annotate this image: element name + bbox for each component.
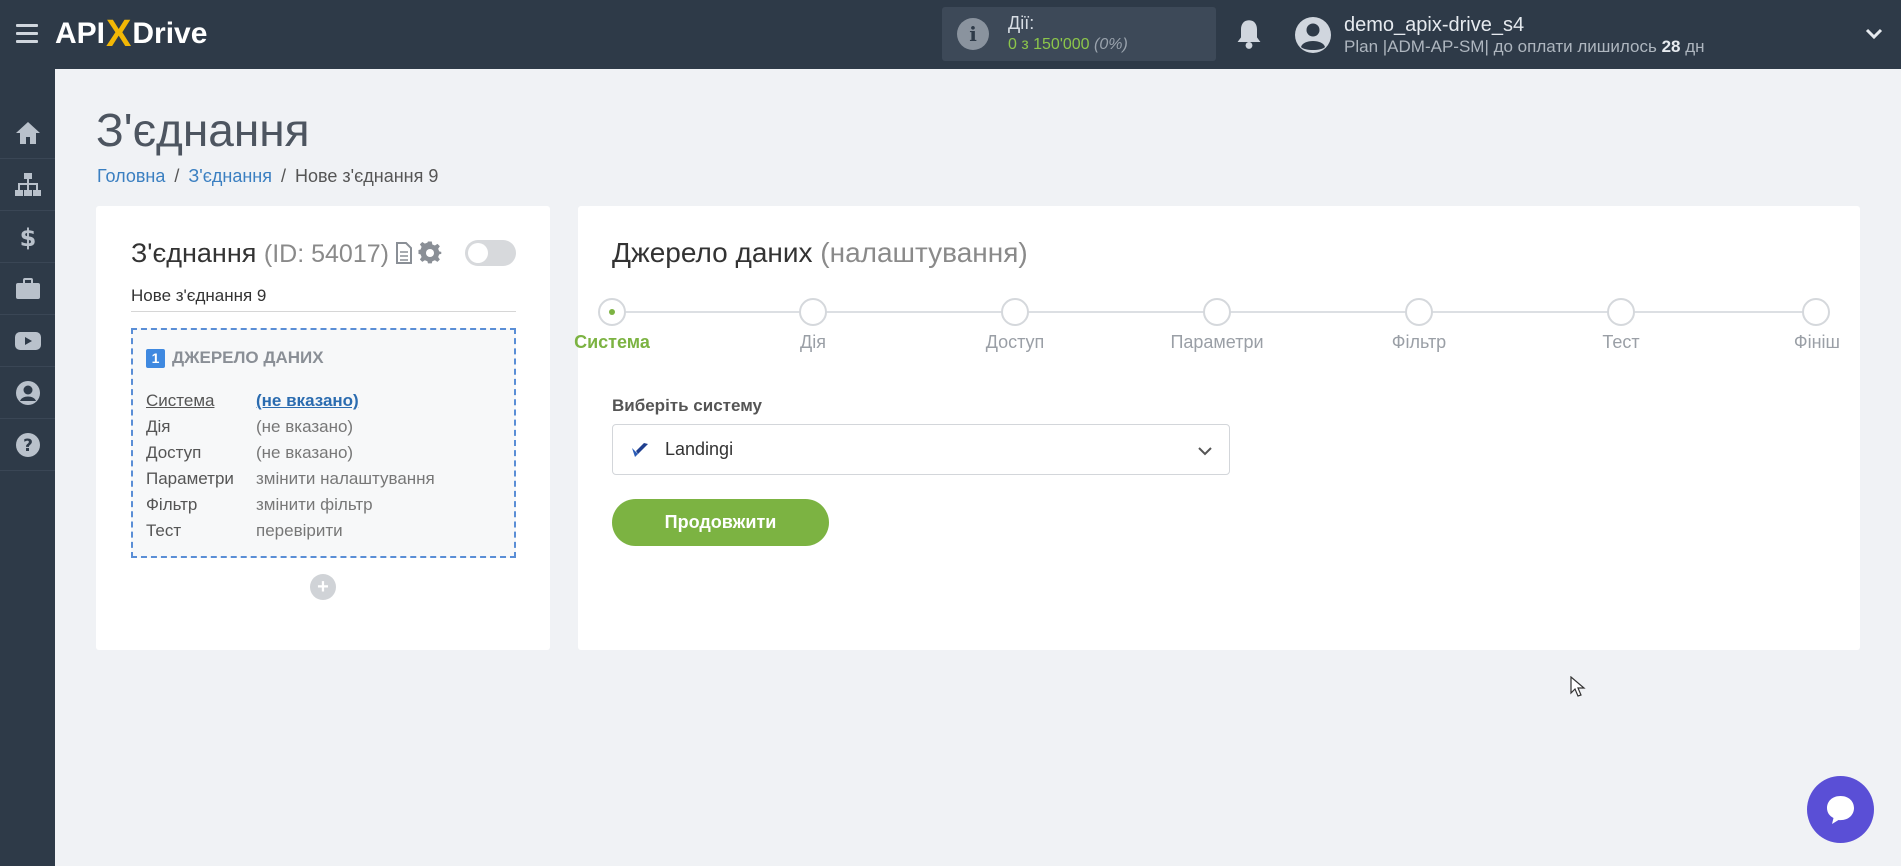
chevron-down-icon[interactable] xyxy=(1864,24,1884,44)
connection-title: З'єднання (ID: 54017) xyxy=(131,238,389,268)
user-icon xyxy=(15,380,40,405)
mouse-cursor-icon xyxy=(1570,676,1586,697)
source-number-badge: 1 xyxy=(146,348,165,368)
page-title: З'єднання xyxy=(96,104,310,156)
settings-title: Джерело даних (налаштування) xyxy=(612,237,1028,268)
source-row-test[interactable]: Тест перевірити xyxy=(146,518,435,544)
breadcrumb: Головна / З'єднання / Нове з'єднання 9 xyxy=(97,166,439,186)
svg-text:$: $ xyxy=(19,224,36,250)
continue-button[interactable]: Продовжити xyxy=(612,499,829,546)
gear-icon[interactable] xyxy=(418,241,442,265)
sitemap-icon xyxy=(14,172,41,196)
source-settings-card: Джерело даних (налаштування) Система Дія… xyxy=(574,206,1860,650)
sidebar-item-home[interactable] xyxy=(0,107,55,159)
data-source-block[interactable]: 1 ДЖЕРЕЛО ДАНИХ Система (не вказано) Дія(… xyxy=(131,328,516,558)
source-row-action[interactable]: Дія (не вказано) xyxy=(146,414,435,440)
sidebar-item-video[interactable] xyxy=(0,315,55,367)
source-row-parameters[interactable]: Параметри змінити налаштування xyxy=(146,466,435,492)
source-row-access[interactable]: Доступ (не вказано) xyxy=(146,440,435,466)
connection-toggle[interactable] xyxy=(465,240,516,266)
sidebar-item-connections[interactable] xyxy=(0,159,55,211)
chevron-down-icon xyxy=(1198,447,1212,456)
select-system-label: Виберіть систему xyxy=(612,396,763,415)
apix-drive-logo[interactable]: API X Drive xyxy=(55,12,207,56)
svg-text:?: ? xyxy=(23,436,33,456)
actions-label: Дії: xyxy=(1008,13,1035,33)
menu-icon[interactable] xyxy=(16,24,38,43)
connection-name-field[interactable]: Нове з'єднання 9 xyxy=(131,286,516,312)
breadcrumb-current: Нове з'єднання 9 xyxy=(295,166,439,186)
sidebar: $ ? xyxy=(0,69,55,866)
landingi-icon xyxy=(632,443,648,457)
breadcrumb-connections[interactable]: З'єднання xyxy=(188,166,272,186)
info-icon: i xyxy=(957,18,989,50)
sidebar-item-help[interactable]: ? xyxy=(0,419,55,471)
help-icon: ? xyxy=(15,432,40,457)
actions-counter: i Дії: 0 з 150'000 (0%) xyxy=(942,7,1216,61)
select-value: Landingi xyxy=(665,439,734,459)
sidebar-item-billing[interactable]: $ xyxy=(0,211,55,263)
chat-icon xyxy=(1827,796,1854,824)
step-parameters[interactable]: Параметри xyxy=(1147,298,1287,353)
add-block-button[interactable]: + xyxy=(310,574,336,600)
youtube-icon xyxy=(14,331,41,350)
actions-value: 0 з 150'000 (0%) xyxy=(1008,36,1128,53)
chat-button[interactable] xyxy=(1807,776,1874,843)
sidebar-item-services[interactable] xyxy=(0,263,55,315)
source-row-system[interactable]: Система (не вказано) xyxy=(146,388,435,414)
source-title: ДЖЕРЕЛО ДАНИХ xyxy=(172,348,324,367)
step-system[interactable]: Система xyxy=(542,298,682,353)
breadcrumb-home[interactable]: Головна xyxy=(97,166,165,186)
avatar[interactable] xyxy=(1294,16,1332,54)
source-row-filter[interactable]: Фільтр змінити фільтр xyxy=(146,492,435,518)
connection-card: З'єднання (ID: 54017) Нове з'єднання 9 1… xyxy=(96,206,550,650)
step-action[interactable]: Дія xyxy=(743,298,883,353)
system-select[interactable]: Landingi xyxy=(612,424,1230,475)
step-finish[interactable]: Фініш xyxy=(1720,298,1840,353)
step-filter[interactable]: Фільтр xyxy=(1349,298,1489,353)
plan-info: Plan |ADM-AP-SM| до оплати лишилось 28 д… xyxy=(1344,37,1705,56)
user-name[interactable]: demo_apix-drive_s4 xyxy=(1344,14,1524,37)
home-icon xyxy=(15,121,40,144)
step-test[interactable]: Тест xyxy=(1551,298,1691,353)
sidebar-item-profile[interactable] xyxy=(0,367,55,419)
bell-icon[interactable] xyxy=(1235,18,1263,50)
step-access[interactable]: Доступ xyxy=(945,298,1085,353)
dollar-icon: $ xyxy=(19,224,36,250)
top-bar: API X Drive i Дії: 0 з 150'000 (0%) demo_a… xyxy=(0,0,1901,69)
briefcase-icon xyxy=(15,277,40,299)
document-icon[interactable] xyxy=(395,242,413,264)
